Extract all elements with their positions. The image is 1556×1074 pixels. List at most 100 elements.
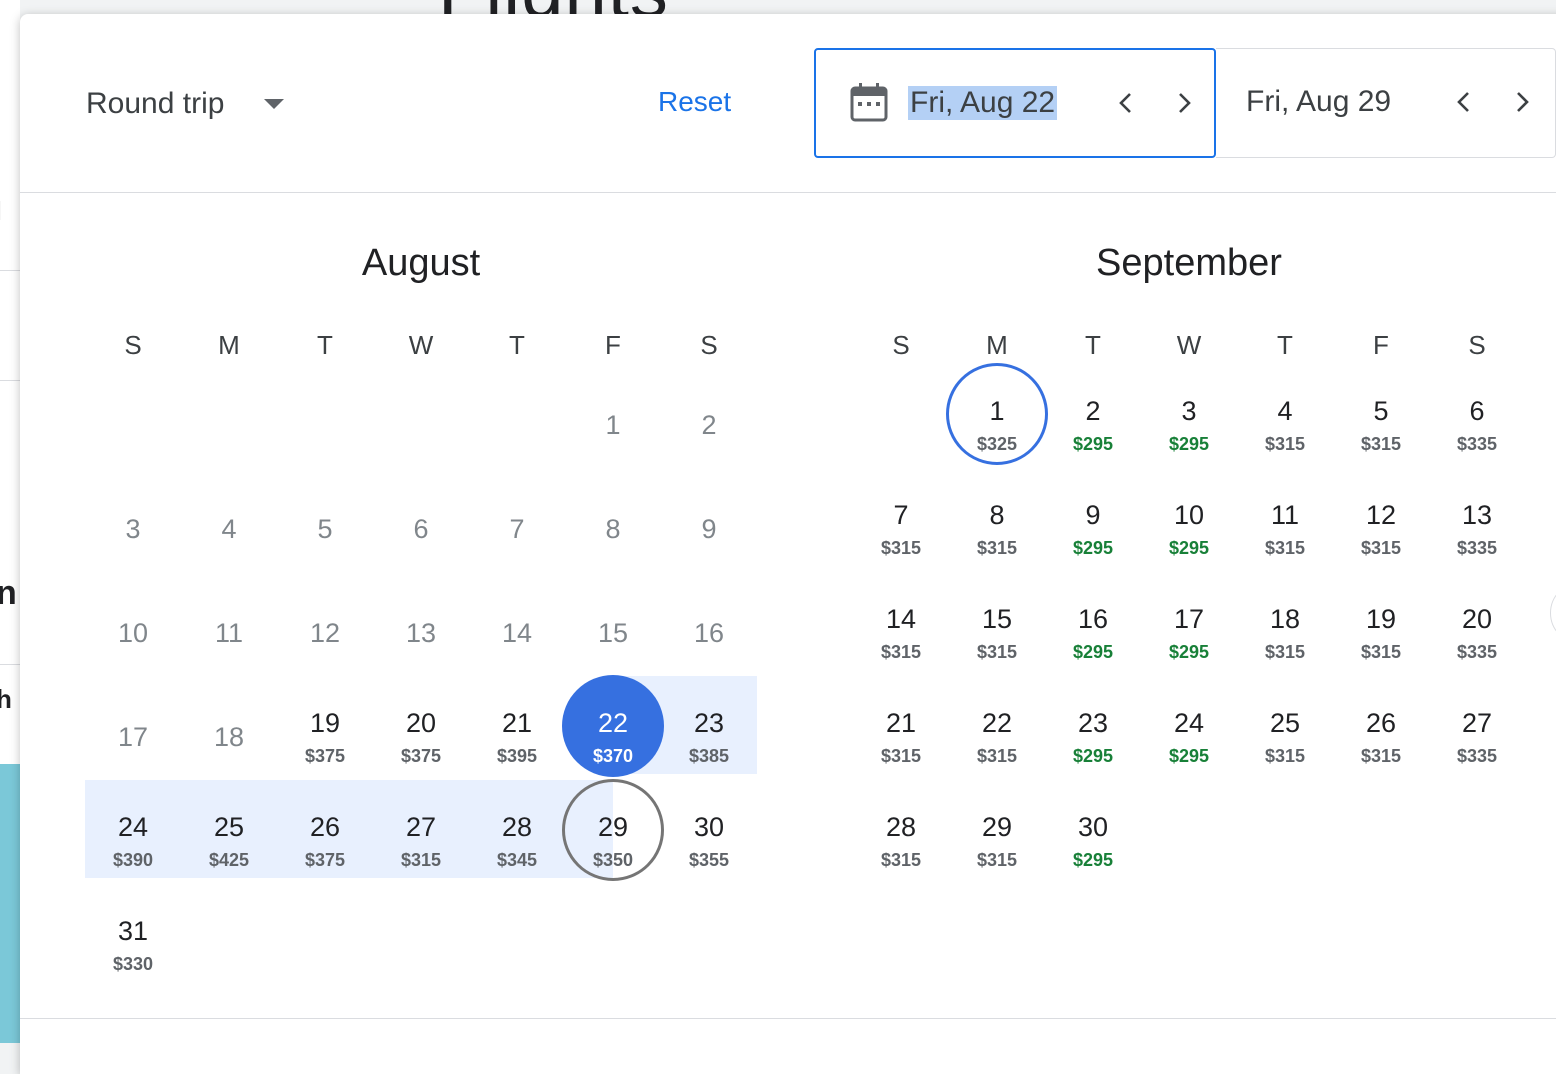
day-number: 30	[1077, 812, 1109, 842]
day-number: 17	[117, 722, 149, 752]
calendar-day[interactable]: 4 $315	[1237, 366, 1333, 470]
day-price: $295	[1168, 642, 1210, 662]
day-number: 8	[989, 500, 1005, 530]
calendar-day[interactable]: 6 $335	[1429, 366, 1525, 470]
calendar-day[interactable]: 31 $330	[85, 886, 181, 990]
calendar-day[interactable]: 19 $315	[1333, 574, 1429, 678]
day-price: $315	[1360, 642, 1402, 662]
day-price: $315	[880, 746, 922, 766]
calendar-day[interactable]: 12 $315	[1333, 470, 1429, 574]
return-date-field[interactable]: Fri, Aug 29	[1216, 48, 1556, 158]
day-number: 27	[1461, 708, 1493, 738]
calendar-day[interactable]: 1 $325	[946, 363, 1048, 470]
calendar-day[interactable]: 16 $295	[1045, 574, 1141, 678]
day-price: $315	[976, 538, 1018, 558]
calendar-day[interactable]: 25 $315	[1237, 678, 1333, 782]
divider	[0, 664, 20, 665]
chevron-right-icon	[1179, 93, 1191, 113]
day-number: 12	[1365, 500, 1397, 530]
departure-prev-button[interactable]	[1112, 88, 1140, 118]
day-price: $330	[112, 954, 154, 974]
return-next-button[interactable]	[1508, 87, 1536, 117]
day-number: 15	[597, 618, 629, 648]
calendar-day: 9	[661, 470, 757, 574]
calendar-day[interactable]: 17 $295	[1141, 574, 1237, 678]
day-number: 10	[1173, 500, 1205, 530]
calendar-day: 4	[181, 470, 277, 574]
day-number: 10	[117, 618, 149, 648]
day-price: $295	[1168, 538, 1210, 558]
day-number: 4	[1277, 396, 1293, 426]
next-month-button[interactable]	[1550, 582, 1556, 644]
calendar-day[interactable]: 26 $375	[277, 782, 373, 886]
calendar-day[interactable]: 25 $425	[181, 782, 277, 886]
calendar-day[interactable]: 21 $395	[469, 678, 565, 782]
calendar-day[interactable]: 14 $315	[853, 574, 949, 678]
calendar-day[interactable]: 29 $315	[949, 782, 1045, 886]
day-number: 5	[1373, 396, 1389, 426]
calendar-day: 17	[85, 678, 181, 782]
calendar-day[interactable]: 28 $345	[469, 782, 565, 886]
calendar-day[interactable]: 9 $295	[1045, 470, 1141, 574]
day-price: $315	[976, 850, 1018, 870]
calendar-day[interactable]: 10 $295	[1141, 470, 1237, 574]
calendar-day[interactable]: 29 $350	[562, 779, 664, 886]
day-number: 22	[597, 708, 629, 738]
calendar-day[interactable]: 19 $375	[277, 678, 373, 782]
calendar-day: 2	[661, 366, 757, 470]
calendar-day[interactable]: 3 $295	[1141, 366, 1237, 470]
day-price: $390	[112, 850, 154, 870]
day-price: $375	[400, 746, 442, 766]
calendar-day[interactable]: 23 $385	[661, 678, 757, 782]
calendar-day[interactable]: 21 $315	[853, 678, 949, 782]
day-number: 7	[893, 500, 909, 530]
calendar-day[interactable]: 27 $315	[373, 782, 469, 886]
trip-type-label: Round trip	[86, 87, 225, 120]
weekday-header: W	[1176, 330, 1202, 360]
day-number: 11	[214, 618, 244, 648]
day-price: $295	[1072, 434, 1114, 454]
day-number: 26	[1365, 708, 1397, 738]
departure-date-field[interactable]: Fri, Aug 22	[814, 48, 1216, 158]
day-number: 24	[1173, 708, 1205, 738]
day-number: 11	[1270, 500, 1300, 530]
day-number: 1	[605, 410, 621, 440]
day-number: 7	[509, 514, 525, 544]
day-price: $295	[1072, 642, 1114, 662]
day-number: 12	[309, 618, 341, 648]
calendar-day[interactable]: 11 $315	[1237, 470, 1333, 574]
calendar-day[interactable]: 27 $335	[1429, 678, 1525, 782]
calendar-day[interactable]: 22 $315	[949, 678, 1045, 782]
calendar-day[interactable]: 30 $295	[1045, 782, 1141, 886]
day-price: $335	[1456, 538, 1498, 558]
calendar-day[interactable]: 15 $315	[949, 574, 1045, 678]
calendar-day[interactable]: 13 $335	[1429, 470, 1525, 574]
day-price: $315	[880, 538, 922, 558]
calendar-day[interactable]: 8 $315	[949, 470, 1045, 574]
calendar-day[interactable]: 22 $370	[562, 675, 664, 782]
calendar-day[interactable]: 7 $315	[853, 470, 949, 574]
calendar-day[interactable]: 20 $375	[373, 678, 469, 782]
calendar-day[interactable]: 30 $355	[661, 782, 757, 886]
calendar-day[interactable]: 2 $295	[1045, 366, 1141, 470]
day-price: $335	[1456, 434, 1498, 454]
calendar-day[interactable]: 28 $315	[853, 782, 949, 886]
calendar-day[interactable]: 23 $295	[1045, 678, 1141, 782]
calendar-day[interactable]: 18 $315	[1237, 574, 1333, 678]
day-number: 2	[701, 410, 717, 440]
reset-button[interactable]: Reset	[658, 86, 731, 118]
day-price: $335	[1456, 642, 1498, 662]
calendar-day[interactable]: 26 $315	[1333, 678, 1429, 782]
calendar-day[interactable]: 24 $295	[1141, 678, 1237, 782]
calendar-day: 7	[469, 470, 565, 574]
day-number: 23	[1077, 708, 1109, 738]
trip-type-dropdown[interactable]: Round trip	[86, 84, 285, 124]
calendar-day[interactable]: 20 $335	[1429, 574, 1525, 678]
return-prev-button[interactable]	[1450, 87, 1478, 117]
calendar-day[interactable]: 24 $390	[85, 782, 181, 886]
departure-next-button[interactable]	[1170, 88, 1198, 118]
date-picker-header: Round trip Reset Fri, Aug 22 Fri, Aug 29	[20, 14, 1556, 193]
weekday-header: S	[1468, 330, 1486, 360]
calendar-day[interactable]: 5 $315	[1333, 366, 1429, 470]
calendar-day: 14	[469, 574, 565, 678]
